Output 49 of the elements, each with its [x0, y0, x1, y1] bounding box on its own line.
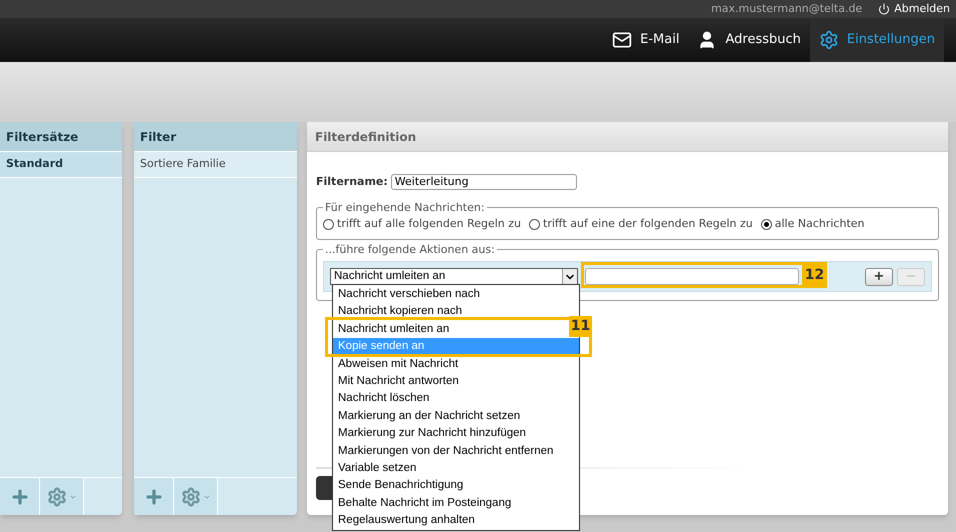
fieldset-legend: ...führe folgende Aktionen aus: — [323, 242, 497, 258]
nav-tab[interactable]: E-Mail — [603, 18, 688, 62]
panel-title: Filterdefinition — [315, 128, 416, 146]
radio-option[interactable]: trifft auf eine der folgenden Regeln zu — [529, 216, 753, 232]
mail-icon — [612, 30, 632, 50]
list-item[interactable]: Sortiere Familie — [134, 152, 297, 178]
dropdown-option[interactable]: Abweisen mit Nachricht — [333, 356, 464, 373]
dropdown-option[interactable]: Markierung an der Nachricht setzen — [333, 408, 526, 426]
field-label: Filtername: — [316, 174, 388, 190]
action-select[interactable]: Nachricht umleiten an — [330, 268, 578, 285]
panel-title: Filtersätze — [6, 128, 78, 146]
plus-icon — [10, 486, 30, 506]
address-input[interactable] — [585, 268, 799, 285]
dropdown-option[interactable]: Regelauswertung anhalten — [333, 512, 480, 530]
settings-menu-button[interactable] — [40, 478, 84, 515]
filter-name-input[interactable]: Weiterleitung — [390, 174, 577, 190]
settings-icon — [46, 486, 66, 506]
user-email: max.mustermann@telta.de — [711, 0, 862, 17]
add-button[interactable] — [0, 478, 40, 515]
power-icon — [878, 3, 890, 15]
settings-icon — [180, 486, 200, 506]
callout-number: 11 — [569, 316, 592, 337]
radio-option[interactable]: alle Nachrichten — [760, 216, 865, 232]
fieldset-legend: Für eingehende Nachrichten: — [323, 200, 487, 216]
callout-number: 12 — [802, 262, 827, 288]
dropdown-option[interactable]: Behalte Nachricht im Posteingang — [333, 494, 516, 512]
radio-option[interactable]: trifft auf alle folgenden Regeln zu — [323, 216, 522, 232]
dropdown-option[interactable]: Nachricht verschieben nach — [333, 286, 485, 304]
plus-icon — [144, 486, 164, 506]
panel-title: Filter — [140, 128, 176, 146]
radio-button[interactable] — [760, 218, 772, 230]
list-item[interactable]: Standard — [0, 152, 122, 178]
settings-menu-button[interactable] — [174, 478, 218, 515]
dropdown-option[interactable]: Nachricht kopieren nach — [333, 303, 468, 321]
logout-link[interactable]: Abmelden — [878, 0, 950, 18]
nav-tab[interactable]: Adressbuch — [688, 18, 810, 62]
add-button[interactable]: + — [865, 268, 893, 286]
dropdown-option[interactable]: Nachricht umleiten an — [333, 320, 454, 338]
add-button[interactable] — [134, 478, 174, 515]
dropdown-option[interactable]: Nachricht löschen — [333, 390, 434, 408]
nav-tab[interactable]: Einstellungen — [810, 18, 944, 62]
dropdown-option[interactable]: Variable setzen — [333, 460, 422, 478]
dropdown-option[interactable]: Mit Nachricht antworten — [333, 372, 464, 390]
dropdown-option[interactable]: Sende Benachrichtigung — [333, 477, 468, 495]
dropdown-option[interactable]: Markierungen von der Nachricht entfernen — [333, 442, 558, 460]
radio-button[interactable] — [323, 218, 334, 230]
radio-button[interactable] — [529, 218, 540, 230]
dropdown-option[interactable]: Markierung zur Nachricht hinzufügen — [333, 425, 531, 443]
gear-icon — [818, 30, 839, 50]
